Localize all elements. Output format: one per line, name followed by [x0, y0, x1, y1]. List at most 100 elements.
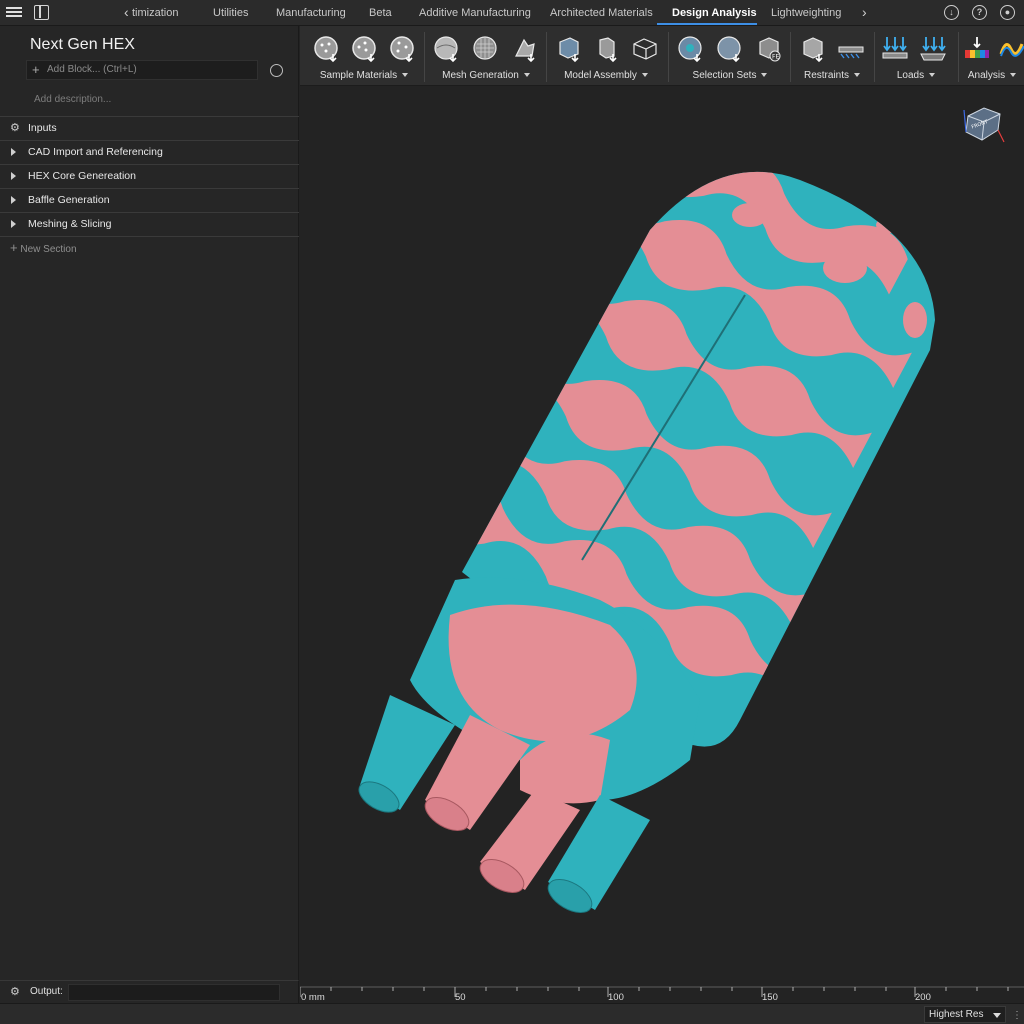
gear-icon[interactable]: ⚙: [10, 985, 20, 998]
analysis-run-icon[interactable]: [962, 34, 992, 64]
section-meshing-slicing[interactable]: Meshing & Slicing: [0, 212, 299, 236]
sample-material-3-icon[interactable]: [388, 34, 418, 64]
tab-utilities[interactable]: Utilities: [213, 0, 248, 26]
ribbon-group-analysis[interactable]: Analysis: [960, 26, 1024, 86]
selection-set-fe-icon[interactable]: FE: [754, 34, 784, 64]
ruler-tick-label: 100: [608, 992, 624, 1003]
ribbon-tabs: timization Utilities Manufacturing Beta …: [120, 0, 880, 26]
chevron-down-icon: [993, 1013, 1001, 1018]
scale-ruler: 0 mm 50 100 150 200: [300, 981, 1024, 1003]
assembly-part-blue-icon[interactable]: [554, 34, 584, 64]
user-account-icon[interactable]: ●: [1000, 5, 1015, 20]
restraint-cube-icon[interactable]: [798, 34, 828, 64]
ribbon-group-mesh-generation[interactable]: Mesh Generation: [428, 26, 544, 86]
section-inputs[interactable]: ⚙ Inputs: [0, 116, 299, 140]
sample-material-1-icon[interactable]: [312, 34, 342, 64]
add-block-input[interactable]: + Add Block... (Ctrl+L): [26, 60, 258, 80]
section-label: Baffle Generation: [28, 194, 110, 206]
tab-beta[interactable]: Beta: [369, 0, 392, 26]
ruler-tick-label: 200: [915, 992, 931, 1003]
mesh-sphere-icon[interactable]: [432, 34, 462, 64]
chevron-down-icon: [929, 73, 936, 78]
ribbon-group-label: Loads: [878, 70, 954, 81]
ribbon-group-label: Sample Materials: [308, 70, 420, 81]
ribbon-group-label: Selection Sets: [672, 70, 788, 81]
help-icon[interactable]: ?: [972, 5, 987, 20]
expand-caret-icon[interactable]: [11, 220, 16, 228]
tab-architected-materials[interactable]: Architected Materials: [550, 0, 653, 26]
heat-exchanger-model[interactable]: [300, 86, 1024, 981]
description-field[interactable]: Add description...: [34, 94, 111, 105]
ribbon-group-label: Restraints: [794, 70, 870, 81]
load-force-icon[interactable]: [880, 34, 910, 64]
ribbon-group-selection-sets[interactable]: FE Selection Sets: [672, 26, 788, 86]
ribbon-group-model-assembly[interactable]: Model Assembly: [550, 26, 662, 86]
section-label: HEX Core Genereation: [28, 170, 136, 182]
tabs-scroll-right-icon[interactable]: ›: [862, 4, 867, 20]
tab-lightweighting[interactable]: Lightweighting: [771, 0, 841, 26]
ribbon-divider: [958, 32, 959, 82]
output-bar: ⚙ Output:: [0, 980, 299, 1004]
expand-caret-icon[interactable]: [11, 172, 16, 180]
resolution-select[interactable]: Highest Res: [924, 1006, 1006, 1023]
ruler-tick-label: 50: [455, 992, 466, 1003]
tool-ribbon: Sample Materials Mesh Generation Model A…: [300, 26, 1024, 86]
assembly-part-gray-icon[interactable]: [592, 34, 622, 64]
mesh-grid-icon[interactable]: [471, 34, 501, 64]
ribbon-divider: [874, 32, 875, 82]
chevron-down-icon: [641, 73, 648, 78]
mesh-part-icon[interactable]: [510, 34, 540, 64]
plus-icon: +: [10, 240, 18, 255]
3d-viewport[interactable]: [300, 86, 1024, 981]
panel-toggle-icon[interactable]: [34, 5, 49, 20]
chevron-down-icon: [402, 73, 409, 78]
new-section-button[interactable]: + New Section: [10, 240, 77, 255]
tab-manufacturing[interactable]: Manufacturing: [276, 0, 346, 26]
section-label: CAD Import and Referencing: [28, 146, 163, 158]
top-bar: ‹ timization Utilities Manufacturing Bet…: [0, 0, 1024, 26]
hamburger-menu-icon[interactable]: [6, 5, 22, 21]
status-bar: Highest Res ⋮: [0, 1003, 1024, 1024]
selection-set-2-icon[interactable]: [715, 34, 745, 64]
ribbon-divider: [790, 32, 791, 82]
gear-icon: ⚙: [10, 122, 20, 134]
section-cad-import[interactable]: CAD Import and Referencing: [0, 140, 299, 164]
tab-optimization[interactable]: timization: [132, 0, 178, 26]
resolution-value: Highest Res: [929, 1009, 984, 1020]
expand-caret-icon[interactable]: [11, 196, 16, 204]
ribbon-group-label: Analysis: [960, 70, 1024, 81]
selection-set-1-icon[interactable]: [676, 34, 706, 64]
chevron-down-icon: [854, 73, 860, 78]
sample-material-2-icon[interactable]: [350, 34, 380, 64]
ribbon-group-restraints[interactable]: Restraints: [794, 26, 870, 86]
ribbon-group-label: Mesh Generation: [428, 70, 544, 81]
chevron-down-icon: [523, 73, 530, 78]
ribbon-group-sample-materials[interactable]: Sample Materials: [308, 26, 420, 86]
section-baffle-generation[interactable]: Baffle Generation: [0, 188, 299, 212]
output-field[interactable]: [68, 984, 280, 1001]
svg-text:FE: FE: [772, 54, 779, 61]
navigation-cube[interactable]: FRONT: [960, 100, 1006, 146]
ribbon-divider: [668, 32, 669, 82]
ruler-tick-label: 150: [762, 992, 778, 1003]
add-block-placeholder: Add Block... (Ctrl+L): [47, 64, 137, 75]
more-options-icon[interactable]: ⋮: [1012, 1010, 1022, 1021]
history-icon[interactable]: [270, 64, 283, 77]
load-pressure-icon[interactable]: [918, 34, 948, 64]
ribbon-group-loads[interactable]: Loads: [878, 26, 954, 86]
analysis-results-icon[interactable]: [998, 34, 1024, 64]
expand-caret-icon[interactable]: [11, 148, 16, 156]
section-label: Meshing & Slicing: [28, 218, 112, 230]
plus-icon: +: [32, 62, 40, 77]
section-label: Inputs: [28, 122, 57, 134]
ribbon-group-label: Model Assembly: [550, 70, 662, 81]
tab-additive-manufacturing[interactable]: Additive Manufacturing: [419, 0, 531, 26]
active-tab-indicator: [657, 23, 757, 25]
project-title[interactable]: Next Gen HEX: [30, 36, 135, 54]
restraint-fixed-icon[interactable]: [836, 34, 866, 64]
section-hex-core[interactable]: HEX Core Genereation: [0, 164, 299, 188]
ribbon-divider: [424, 32, 425, 82]
divider: [0, 236, 299, 237]
assembly-wireframe-icon[interactable]: [630, 34, 660, 64]
download-icon[interactable]: ↓: [944, 5, 959, 20]
